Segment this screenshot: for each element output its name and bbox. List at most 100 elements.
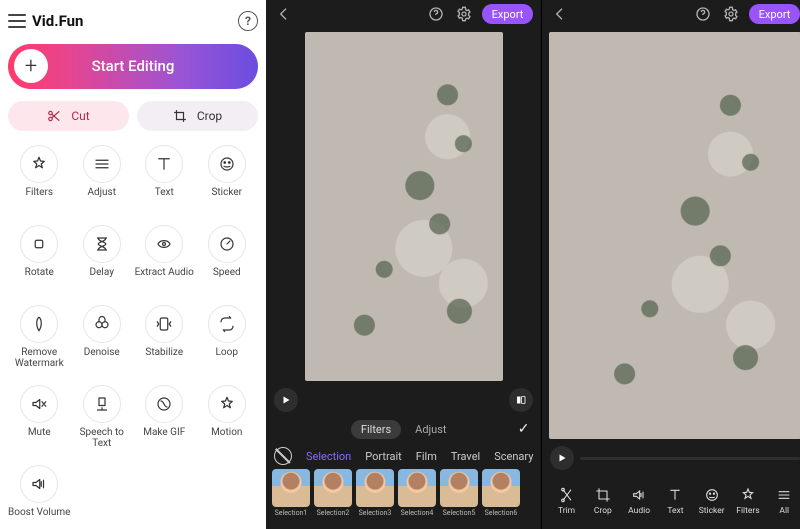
timeline-track[interactable]: [580, 457, 800, 460]
thumb-label: Selection6: [485, 509, 518, 517]
crop-label: Crop: [197, 109, 222, 123]
bottom-tool-label: Crop: [594, 506, 612, 516]
tool-label: Sticker: [211, 187, 242, 209]
export-button[interactable]: Export: [749, 4, 800, 24]
tool-speed[interactable]: Speed: [196, 225, 259, 289]
preview-controls: [266, 385, 541, 415]
tool-filters[interactable]: Filters: [8, 145, 71, 209]
bottom-tool-all[interactable]: All: [766, 487, 800, 516]
left-panel: Vid.Fun ? + Start Editing Cut Crop Filte…: [0, 0, 266, 529]
thumb-label: Selection4: [401, 509, 434, 517]
back-icon[interactable]: [274, 4, 294, 24]
sticker-icon: [704, 487, 720, 503]
audio-icon: [631, 487, 647, 503]
speed-icon: [208, 225, 246, 263]
tool-gif[interactable]: Make GIF: [133, 385, 196, 449]
thumb-image: [314, 469, 352, 507]
filter-category[interactable]: Scenary: [494, 450, 533, 463]
bottom-tool-row: Trim Crop Audio Text Sticker Filters All: [542, 473, 800, 529]
tool-sticker[interactable]: Sticker: [196, 145, 259, 209]
back-icon[interactable]: [550, 4, 570, 24]
start-editing-label: Start Editing: [8, 57, 258, 75]
thumb-label: Selection2: [317, 509, 350, 517]
start-editing-button[interactable]: + Start Editing: [8, 44, 258, 89]
tool-label: Stabilize: [145, 347, 183, 369]
bottom-tool-trim[interactable]: Trim: [548, 487, 584, 516]
menu-icon[interactable]: [8, 14, 26, 28]
filter-thumb[interactable]: Selection5: [440, 469, 478, 517]
bottom-tool-audio[interactable]: Audio: [621, 487, 657, 516]
editor-top-bar: Export: [266, 0, 541, 28]
bottom-tool-text[interactable]: Text: [657, 487, 693, 516]
filter-thumb[interactable]: Selection6: [482, 469, 520, 517]
trim-icon: [559, 487, 575, 503]
check-icon[interactable]: ✓: [518, 421, 530, 437]
bottom-tool-filters[interactable]: Filters: [730, 487, 766, 516]
text-icon: [145, 145, 183, 183]
play-button[interactable]: [550, 446, 574, 470]
crop-icon: [173, 109, 187, 123]
tool-boost[interactable]: Boost Volume: [8, 465, 71, 529]
filter-category[interactable]: Travel: [451, 450, 480, 463]
thumb-label: Selection5: [443, 509, 476, 517]
tool-label: Boost Volume: [8, 507, 70, 529]
compare-button[interactable]: [509, 388, 533, 412]
left-header: Vid.Fun ?: [8, 8, 258, 34]
tool-adjust[interactable]: Adjust: [71, 145, 134, 209]
thumb-image: [440, 469, 478, 507]
filter-thumbnail-row: Selection1 Selection2 Selection3 Selection4…: [266, 469, 541, 529]
delay-icon: [83, 225, 121, 263]
tool-mute[interactable]: Mute: [8, 385, 71, 449]
tab-adjust[interactable]: Adjust: [405, 420, 456, 439]
filters-icon: [20, 145, 58, 183]
bottom-tool-label: Text: [667, 506, 683, 516]
no-filter-icon[interactable]: [274, 447, 292, 465]
tool-label: Rotate: [25, 267, 54, 289]
tool-label: Speed: [213, 267, 241, 289]
play-button[interactable]: [274, 388, 298, 412]
preview-frame[interactable]: [305, 32, 503, 381]
filter-tabs: Filters Adjust ✓: [266, 415, 541, 443]
crop-button[interactable]: Crop: [137, 101, 258, 131]
tool-delay[interactable]: Delay: [71, 225, 134, 289]
tool-label: Extract Audio: [135, 267, 194, 289]
thumb-image: [272, 469, 310, 507]
bottom-tool-crop[interactable]: Crop: [585, 487, 621, 516]
export-button[interactable]: Export: [482, 4, 534, 24]
tool-rmwm[interactable]: RemoveWatermark: [8, 305, 71, 369]
help-icon[interactable]: ?: [238, 11, 258, 31]
tool-label: Delay: [90, 267, 114, 289]
filter-category[interactable]: Portrait: [365, 450, 402, 463]
extract-icon: [145, 225, 183, 263]
bottom-tool-label: Filters: [736, 506, 759, 516]
tool-stt[interactable]: Speech toText: [71, 385, 134, 449]
brand-block: Vid.Fun: [8, 12, 83, 30]
brand-name: Vid.Fun: [32, 12, 83, 30]
help-icon[interactable]: [693, 4, 713, 24]
tool-text[interactable]: Text: [133, 145, 196, 209]
filter-category[interactable]: Selection: [306, 450, 351, 463]
filter-thumb[interactable]: Selection2: [314, 469, 352, 517]
tool-stabilize[interactable]: Stabilize: [133, 305, 196, 369]
tool-rotate[interactable]: Rotate: [8, 225, 71, 289]
rotate-icon: [20, 225, 58, 263]
gear-icon[interactable]: [721, 4, 741, 24]
filter-thumb[interactable]: Selection3: [356, 469, 394, 517]
tool-motion[interactable]: Motion: [196, 385, 259, 449]
filter-category[interactable]: Film: [416, 450, 437, 463]
tool-extract[interactable]: Extract Audio: [133, 225, 196, 289]
crop-icon: [595, 487, 611, 503]
help-icon[interactable]: [426, 4, 446, 24]
tool-denoise[interactable]: Denoise: [71, 305, 134, 369]
cut-button[interactable]: Cut: [8, 101, 129, 131]
scissors-icon: [47, 109, 61, 123]
tool-label: Text: [155, 187, 174, 209]
bottom-tool-sticker[interactable]: Sticker: [694, 487, 730, 516]
tool-label: Speech toText: [80, 427, 124, 449]
filter-thumb[interactable]: Selection4: [398, 469, 436, 517]
gear-icon[interactable]: [454, 4, 474, 24]
filter-thumb[interactable]: Selection1: [272, 469, 310, 517]
tab-filters[interactable]: Filters: [351, 420, 401, 439]
preview-frame[interactable]: [549, 32, 800, 439]
tool-loop[interactable]: Loop: [196, 305, 259, 369]
